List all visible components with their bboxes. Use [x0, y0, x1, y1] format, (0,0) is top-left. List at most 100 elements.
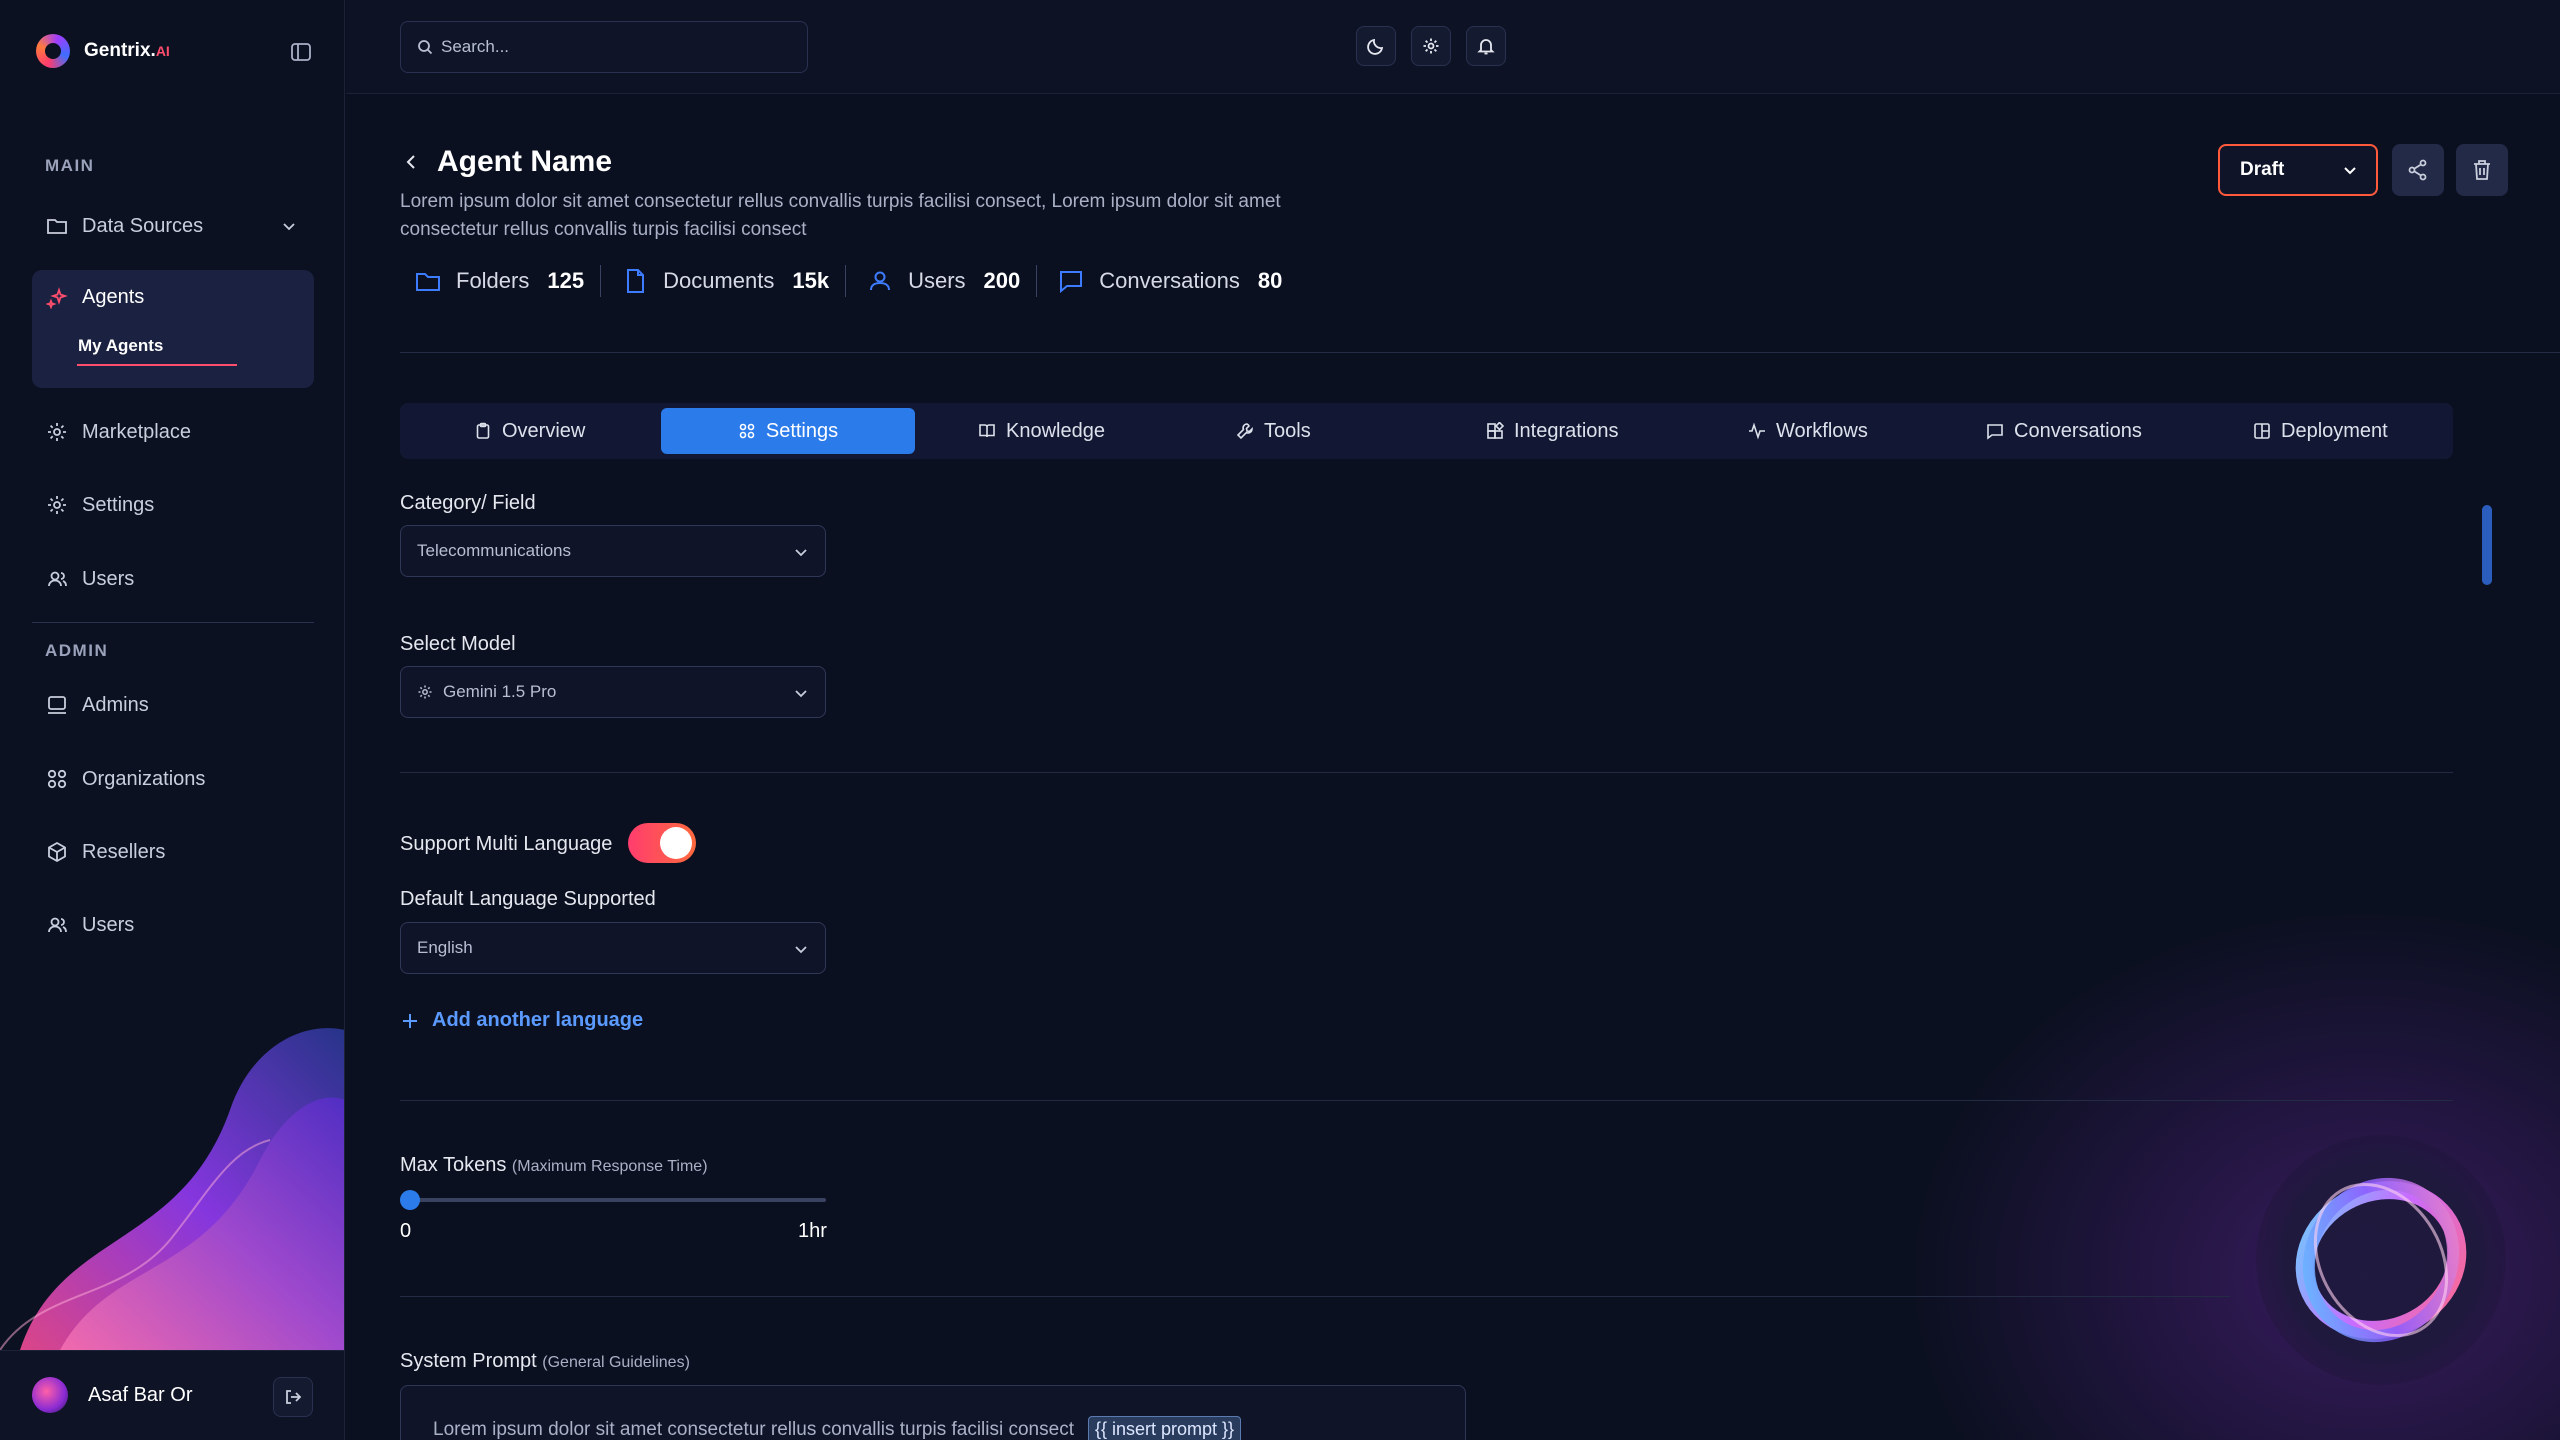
sidebar-item-organizations[interactable]: Organizations	[32, 751, 314, 807]
folder-icon	[46, 215, 68, 237]
toggle-knob	[660, 827, 692, 859]
sidebar-item-label: Marketplace	[82, 420, 191, 443]
decorative-wave-art	[0, 1028, 344, 1350]
category-label: Category/ Field	[400, 492, 536, 514]
wrench-icon	[1236, 422, 1254, 440]
ai-assistant-orb[interactable]	[2256, 1135, 2506, 1385]
system-prompt-textarea[interactable]: Lorem ipsum dolor sit amet consectetur r…	[400, 1385, 1466, 1440]
chat-icon	[1057, 267, 1085, 295]
max-tokens-slider-thumb[interactable]	[400, 1190, 420, 1210]
sidebar-item-label: Users	[82, 913, 135, 936]
brand-logo	[36, 34, 70, 68]
sparkle-icon	[46, 286, 68, 309]
book-icon	[978, 422, 996, 440]
sidebar-item-settings[interactable]: Settings	[32, 477, 314, 533]
max-tokens-slider-track[interactable]	[408, 1198, 826, 1202]
section-divider	[400, 772, 2453, 773]
folder-icon	[414, 267, 442, 295]
back-arrow-icon[interactable]	[400, 151, 422, 173]
grid-icon	[738, 422, 756, 440]
prompt-variable-chip[interactable]: {{ insert prompt }}	[1087, 1416, 1242, 1440]
notifications-button[interactable]	[1466, 26, 1506, 66]
sidebar-subitem-my-agents[interactable]: My Agents	[78, 336, 163, 356]
share-button[interactable]	[2392, 144, 2444, 196]
sidebar-divider	[32, 622, 314, 623]
default-language-select[interactable]: English	[400, 922, 826, 974]
section-divider	[400, 1100, 2453, 1101]
avatar[interactable]	[32, 1377, 68, 1413]
user-name: Asaf Bar Or	[88, 1384, 193, 1406]
tab-knowledge[interactable]: Knowledge	[978, 403, 1105, 459]
clipboard-icon	[474, 422, 492, 440]
stat-divider	[600, 265, 602, 297]
trash-icon	[2470, 158, 2494, 182]
multi-language-label: Support Multi Language	[400, 833, 613, 855]
stat-divider	[1036, 265, 1038, 297]
topbar: Search...	[346, 0, 2560, 94]
monitor-icon	[46, 694, 68, 716]
slider-max-label: 1hr	[798, 1220, 827, 1242]
section-divider	[400, 1296, 2230, 1297]
main-content: Agent Name Lorem ipsum dolor sit amet co…	[346, 95, 2560, 1440]
orb-icon	[2295, 1177, 2467, 1343]
search-placeholder: Search...	[441, 37, 510, 56]
theme-toggle-button[interactable]	[1356, 26, 1396, 66]
agent-stats: Folders 125 Documents 15k Users 200 Convers…	[414, 265, 1298, 297]
sidebar-item-label: Resellers	[82, 840, 166, 863]
tab-deployment[interactable]: Deployment	[2253, 403, 2388, 459]
status-value: Draft	[2240, 159, 2285, 180]
tab-conversations[interactable]: Conversations	[1986, 403, 2142, 459]
sidebar-toggle-icon[interactable]	[290, 41, 312, 63]
model-select[interactable]: Gemini 1.5 Pro	[400, 666, 826, 718]
system-prompt-content: Lorem ipsum dolor sit amet consectetur r…	[433, 1416, 1242, 1440]
gear-icon	[1422, 37, 1440, 55]
brand[interactable]: Gentrix.AI	[36, 34, 170, 68]
users-icon	[46, 914, 68, 936]
sidebar-item-agents[interactable]: Agents	[46, 286, 144, 309]
chevron-down-icon	[2342, 162, 2358, 178]
tab-settings[interactable]: Settings	[661, 408, 915, 454]
sidebar-item-label: Agents	[82, 286, 145, 308]
tab-overview[interactable]: Overview	[474, 403, 585, 459]
settings-button[interactable]	[1411, 26, 1451, 66]
sidebar-item-label: Data Sources	[82, 214, 204, 237]
stat-users: Users 200	[866, 267, 1036, 295]
sidebar-agents-group: Agents My Agents	[32, 270, 314, 388]
tab-workflows[interactable]: Workflows	[1748, 403, 1868, 459]
category-select[interactable]: Telecommunications	[400, 525, 826, 577]
status-dropdown[interactable]: Draft	[2218, 144, 2378, 196]
gear-icon	[46, 421, 68, 443]
search-input[interactable]: Search...	[400, 21, 808, 73]
sidebar-item-resellers[interactable]: Resellers	[32, 824, 314, 880]
sidebar-item-admins[interactable]: Admins	[32, 677, 314, 733]
sidebar-item-data-sources[interactable]: Data Sources	[32, 198, 314, 254]
document-icon	[621, 267, 649, 295]
multi-language-toggle[interactable]	[628, 823, 696, 863]
user-bar: Asaf Bar Or	[0, 1350, 344, 1440]
chat-icon	[1986, 422, 2004, 440]
sidebar: Gentrix.AI MAIN Data Sources Agents My A…	[0, 0, 345, 1440]
add-language-button[interactable]: Add another language	[400, 1009, 643, 1032]
logout-icon	[284, 1388, 302, 1406]
user-icon	[866, 267, 894, 295]
delete-button[interactable]	[2456, 144, 2508, 196]
tab-integrations[interactable]: Integrations	[1486, 403, 1619, 459]
moon-icon	[1367, 37, 1385, 55]
layout-icon	[2253, 422, 2271, 440]
default-language-value: English	[417, 938, 473, 957]
page-description: Lorem ipsum dolor sit amet consectetur r…	[400, 191, 1281, 240]
slider-min-label: 0	[400, 1220, 412, 1242]
sidebar-item-users[interactable]: Users	[32, 551, 314, 607]
stat-folders: Folders 125	[414, 267, 600, 295]
sidebar-item-marketplace[interactable]: Marketplace	[32, 404, 314, 460]
scrollbar[interactable]	[2482, 505, 2492, 585]
tab-tools[interactable]: Tools	[1236, 403, 1311, 459]
stat-divider	[845, 265, 847, 297]
search-icon	[417, 39, 433, 55]
sidebar-item-admin-users[interactable]: Users	[32, 897, 314, 953]
chevron-down-icon	[793, 941, 809, 957]
logout-button[interactable]	[273, 1377, 313, 1417]
bell-icon	[1477, 37, 1495, 55]
chevron-down-icon	[280, 217, 298, 235]
plus-icon	[400, 1011, 420, 1031]
